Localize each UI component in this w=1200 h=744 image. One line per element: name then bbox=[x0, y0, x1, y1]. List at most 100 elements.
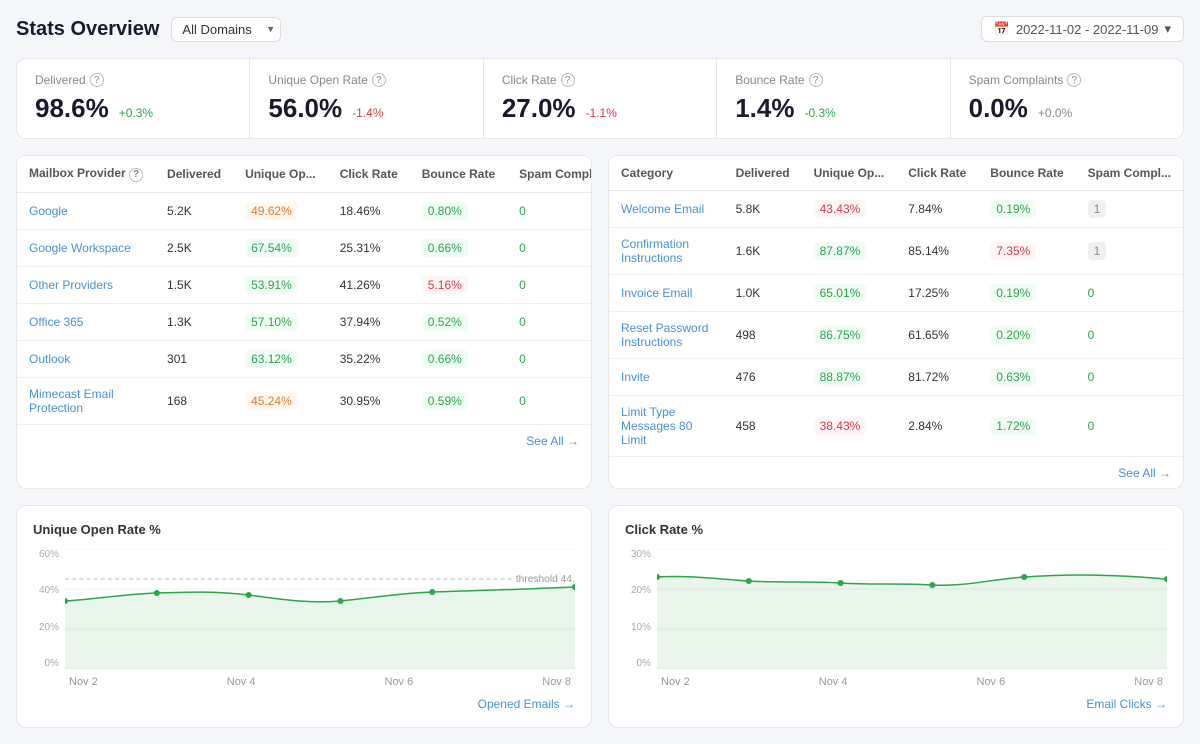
delivered-cell: 5.2K bbox=[155, 192, 233, 229]
delivered-cell: 168 bbox=[155, 377, 233, 424]
spam-cell: 0 bbox=[507, 229, 592, 266]
category-table: Category Delivered Unique Op... Click Ra… bbox=[609, 156, 1183, 456]
stat-label-click-rate: Click Rate ? bbox=[502, 73, 698, 87]
stat-change-spam: +0.0% bbox=[1038, 106, 1072, 120]
click-rate-cell: 7.84% bbox=[896, 191, 978, 228]
stat-label-delivered: Delivered ? bbox=[35, 73, 231, 87]
unique-open-cell: 86.75% bbox=[802, 312, 897, 359]
category-name: Limit Type Messages 80 Limit bbox=[609, 396, 724, 457]
opened-emails-link[interactable]: Opened Emails → bbox=[478, 697, 575, 711]
threshold-label: threshold 44.80% bbox=[516, 574, 575, 585]
delivered-cell: 2.5K bbox=[155, 229, 233, 266]
provider-link[interactable]: Outlook bbox=[29, 352, 70, 366]
stat-card-open-rate: Unique Open Rate ? 56.0% -1.4% bbox=[250, 59, 483, 138]
delivered-cell: 1.3K bbox=[155, 303, 233, 340]
open-rate-svg-area: threshold 44.80% Nov 2 bbox=[65, 549, 575, 688]
unique-open-cell: 65.01% bbox=[802, 275, 897, 312]
calendar-icon: 📅 bbox=[994, 21, 1010, 37]
bounce-rate-cell: 7.35% bbox=[978, 228, 1075, 275]
info-icon[interactable]: ? bbox=[1067, 73, 1081, 87]
delivered-cell: 1.5K bbox=[155, 266, 233, 303]
table-row: Google 5.2K 49.62% 18.46% 0.80% 0 bbox=[17, 192, 592, 229]
delivered-cell: 1.0K bbox=[724, 275, 802, 312]
category-link[interactable]: Reset Password Instructions bbox=[621, 321, 708, 349]
date-range-label: 2022-11-02 - 2022-11-09 bbox=[1016, 22, 1159, 37]
open-rate-y-axis: 60% 40% 20% 0% bbox=[33, 549, 65, 669]
stat-card-delivered: Delivered ? 98.6% +0.3% bbox=[17, 59, 250, 138]
col-header-click-rate: Click Rate bbox=[896, 156, 978, 191]
info-icon[interactable]: ? bbox=[809, 73, 823, 87]
bounce-rate-cell: 0.80% bbox=[410, 192, 507, 229]
header: Stats Overview All Domains ▾ 📅 2022-11-0… bbox=[16, 16, 1184, 42]
col-header-bounce-rate: Bounce Rate bbox=[978, 156, 1075, 191]
bounce-rate-cell: 0.63% bbox=[978, 359, 1075, 396]
click-rate-cell: 61.65% bbox=[896, 312, 978, 359]
open-rate-chart-footer: Opened Emails → bbox=[33, 696, 575, 711]
unique-open-cell: 87.87% bbox=[802, 228, 897, 275]
category-see-all-row: See All → bbox=[609, 456, 1183, 488]
provider-link[interactable]: Other Providers bbox=[29, 278, 113, 292]
click-rate-chart-panel: Click Rate % 30% 20% 10% 0% bbox=[608, 505, 1184, 728]
provider-name: Google bbox=[17, 192, 155, 229]
click-rate-x-labels: Nov 2 Nov 4 Nov 6 Nov 8 bbox=[657, 676, 1167, 688]
spam-cell: 0 bbox=[1076, 396, 1183, 457]
click-rate-svg-area: Nov 2 Nov 4 Nov 6 Nov 8 bbox=[657, 549, 1167, 688]
stat-card-spam: Spam Complaints ? 0.0% +0.0% bbox=[951, 59, 1183, 138]
click-rate-cell: 35.22% bbox=[328, 340, 410, 377]
provider-name: Outlook bbox=[17, 340, 155, 377]
open-rate-chart-panel: Unique Open Rate % 60% 40% 20% 0% bbox=[16, 505, 592, 728]
category-link[interactable]: Confirmation Instructions bbox=[621, 237, 689, 265]
table-row: Office 365 1.3K 57.10% 37.94% 0.52% 0 bbox=[17, 303, 592, 340]
info-icon[interactable]: ? bbox=[90, 73, 104, 87]
bounce-rate-cell: 0.19% bbox=[978, 191, 1075, 228]
spam-cell: 1 bbox=[1076, 191, 1183, 228]
col-header-spam: Spam Compl... bbox=[507, 156, 592, 192]
delivered-cell: 458 bbox=[724, 396, 802, 457]
table-row: Confirmation Instructions 1.6K 87.87% 85… bbox=[609, 228, 1183, 275]
click-rate-chart-title: Click Rate % bbox=[625, 522, 1167, 537]
provider-link[interactable]: Mimecast Email Protection bbox=[29, 387, 114, 415]
col-header-provider: Mailbox Provider ? bbox=[17, 156, 155, 192]
table-row: Invite 476 88.87% 81.72% 0.63% 0 bbox=[609, 359, 1183, 396]
table-row: Mimecast Email Protection 168 45.24% 30.… bbox=[17, 377, 592, 424]
stat-change-delivered: +0.3% bbox=[119, 106, 153, 120]
stat-label-bounce-rate: Bounce Rate ? bbox=[735, 73, 931, 87]
unique-open-cell: 43.43% bbox=[802, 191, 897, 228]
unique-open-cell: 38.43% bbox=[802, 396, 897, 457]
mailbox-provider-table-panel: Mailbox Provider ? Delivered Unique Op..… bbox=[16, 155, 592, 489]
unique-open-cell: 63.12% bbox=[233, 340, 328, 377]
info-icon[interactable]: ? bbox=[372, 73, 386, 87]
col-header-delivered: Delivered bbox=[155, 156, 233, 192]
bounce-rate-cell: 5.16% bbox=[410, 266, 507, 303]
email-clicks-link[interactable]: Email Clicks → bbox=[1086, 697, 1167, 711]
provider-name: Office 365 bbox=[17, 303, 155, 340]
domain-select[interactable]: All Domains bbox=[171, 17, 281, 42]
click-rate-cell: 41.26% bbox=[328, 266, 410, 303]
col-header-bounce-rate: Bounce Rate bbox=[410, 156, 507, 192]
stat-value-spam: 0.0% bbox=[969, 93, 1028, 124]
chevron-down-icon: ▾ bbox=[1164, 21, 1171, 37]
table-row: Welcome Email 5.8K 43.43% 7.84% 0.19% 1 bbox=[609, 191, 1183, 228]
mailbox-see-all-link[interactable]: See All → bbox=[526, 434, 579, 448]
domain-select-wrapper: All Domains ▾ bbox=[171, 17, 281, 42]
delivered-cell: 5.8K bbox=[724, 191, 802, 228]
category-link[interactable]: Invoice Email bbox=[621, 286, 692, 300]
provider-link[interactable]: Google Workspace bbox=[29, 241, 131, 255]
table-row: Other Providers 1.5K 53.91% 41.26% 5.16%… bbox=[17, 266, 592, 303]
category-link[interactable]: Welcome Email bbox=[621, 202, 704, 216]
date-range-picker[interactable]: 📅 2022-11-02 - 2022-11-09 ▾ bbox=[981, 16, 1184, 42]
stat-label-open-rate: Unique Open Rate ? bbox=[268, 73, 464, 87]
provider-link[interactable]: Google bbox=[29, 204, 68, 218]
unique-open-cell: 57.10% bbox=[233, 303, 328, 340]
provider-link[interactable]: Office 365 bbox=[29, 315, 83, 329]
category-see-all-link[interactable]: See All → bbox=[1118, 466, 1171, 480]
info-icon[interactable]: ? bbox=[129, 168, 143, 182]
table-row: Outlook 301 63.12% 35.22% 0.66% 0 bbox=[17, 340, 592, 377]
click-rate-cell: 81.72% bbox=[896, 359, 978, 396]
col-header-unique-open: Unique Op... bbox=[233, 156, 328, 192]
category-name: Invoice Email bbox=[609, 275, 724, 312]
category-link[interactable]: Invite bbox=[621, 370, 650, 384]
category-link[interactable]: Limit Type Messages 80 Limit bbox=[621, 405, 692, 447]
stat-change-bounce-rate: -0.3% bbox=[804, 106, 835, 120]
info-icon[interactable]: ? bbox=[561, 73, 575, 87]
